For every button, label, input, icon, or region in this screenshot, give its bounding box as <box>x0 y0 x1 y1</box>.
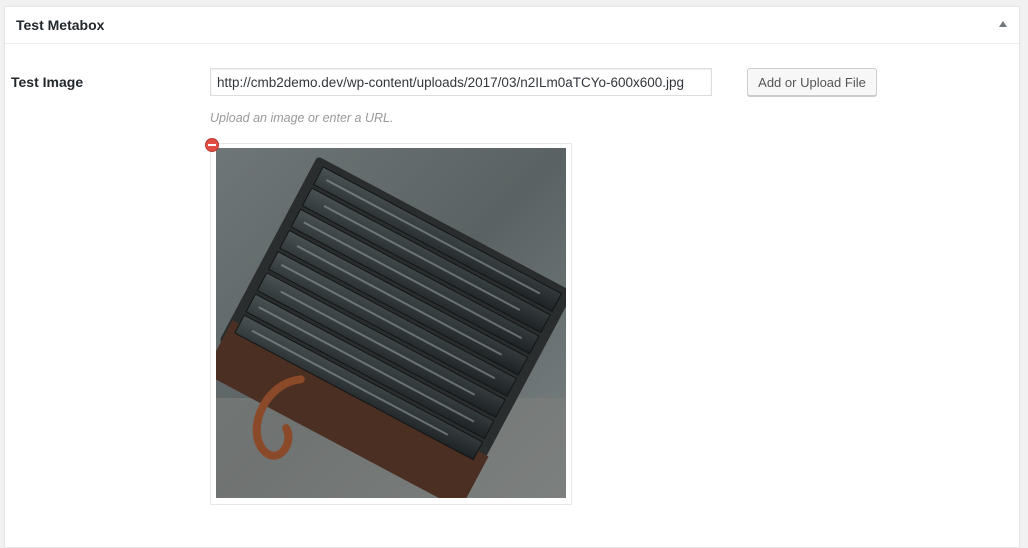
collapse-toggle-icon[interactable] <box>999 21 1007 27</box>
add-upload-file-button[interactable]: Add or Upload File <box>747 68 877 96</box>
field-label: Test Image <box>11 74 84 90</box>
field-description: Upload an image or enter a URL. <box>210 111 394 125</box>
remove-image-icon[interactable] <box>205 138 219 152</box>
image-preview <box>216 148 566 498</box>
metabox-title: Test Metabox <box>16 17 105 33</box>
metabox-header[interactable]: Test Metabox <box>5 7 1019 44</box>
image-url-input[interactable] <box>210 68 712 96</box>
image-preview-frame <box>210 143 572 505</box>
